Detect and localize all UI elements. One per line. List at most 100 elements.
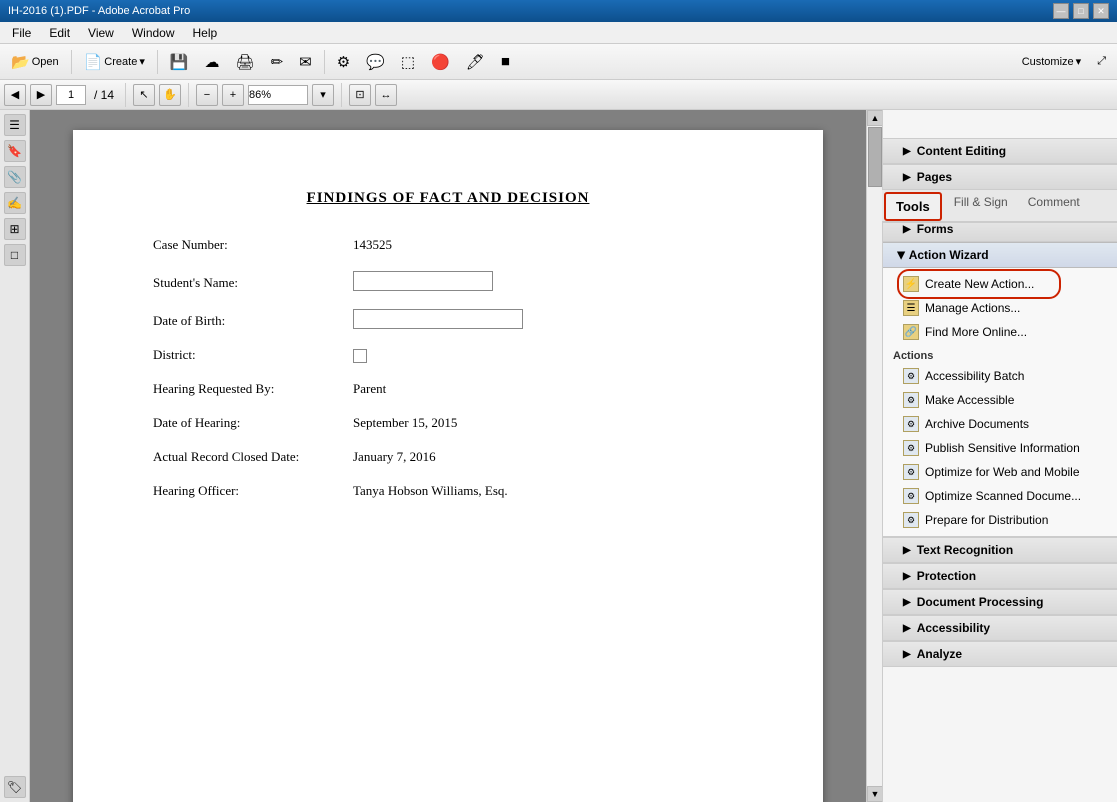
scroll-track[interactable] xyxy=(867,126,882,786)
nav-back-button[interactable]: ◀ xyxy=(4,84,26,106)
zoom-input[interactable] xyxy=(248,85,308,105)
create-new-action-label: Create New Action... xyxy=(925,277,1034,291)
section-text-recognition-header[interactable]: ▶ Text Recognition xyxy=(883,537,1117,562)
scroll-down-button[interactable]: ▼ xyxy=(867,786,883,802)
action-2-icon: ⚙ xyxy=(903,416,919,432)
action-1-icon: ⚙ xyxy=(903,392,919,408)
section-accessibility-header[interactable]: ▶ Accessibility xyxy=(883,615,1117,640)
action-item-1[interactable]: ⚙ Make Accessible xyxy=(883,388,1117,412)
print-button[interactable]: 🖨 xyxy=(229,48,262,76)
accessibility-arrow-icon: ▶ xyxy=(903,623,911,634)
redact-button[interactable]: ■ xyxy=(494,48,517,76)
minimize-button[interactable]: — xyxy=(1053,3,1069,19)
select-tool-button[interactable]: ↖ xyxy=(133,84,155,106)
action-item-6[interactable]: ⚙ Prepare for Distribution xyxy=(883,508,1117,532)
sidebar-attach-icon[interactable]: 📎 xyxy=(4,166,26,188)
zoom-in-button[interactable]: + xyxy=(222,84,244,106)
sidebar-box-icon[interactable]: □ xyxy=(4,244,26,266)
separator-2 xyxy=(157,50,158,74)
zoom-out-button[interactable]: − xyxy=(196,84,218,106)
action-4-icon: ⚙ xyxy=(903,464,919,480)
section-protection-header[interactable]: ▶ Protection xyxy=(883,563,1117,588)
zoom-dropdown-button[interactable]: ▾ xyxy=(312,84,334,106)
document-processing-arrow-icon: ▶ xyxy=(903,597,911,608)
hearing-requested-label: Hearing Requested By: xyxy=(153,381,353,397)
protection-label: Protection xyxy=(917,569,976,583)
section-pages-header[interactable]: ▶ Pages xyxy=(883,164,1117,189)
sidebar-sign-icon[interactable]: ✍ xyxy=(4,192,26,214)
section-action-wizard: ▶ Action Wizard ⚡ Create New Action... ☰… xyxy=(883,242,1117,537)
sign-button[interactable]: 🖊 xyxy=(459,48,492,76)
customize-button[interactable]: Customize ▾ xyxy=(1015,48,1089,76)
field-dob: Date of Birth: xyxy=(153,309,743,329)
student-name-box[interactable] xyxy=(353,271,493,291)
tab-fill-sign[interactable]: Fill & Sign xyxy=(944,190,1018,221)
title-text: IH-2016 (1).PDF - Adobe Acrobat Pro xyxy=(8,5,190,17)
action-item-5[interactable]: ⚙ Optimize Scanned Docume... xyxy=(883,484,1117,508)
student-name-input[interactable] xyxy=(353,271,743,291)
maximize-button[interactable]: □ xyxy=(1073,3,1089,19)
hand-tool-button[interactable]: ✋ xyxy=(159,84,181,106)
text-recognition-arrow-icon: ▶ xyxy=(903,545,911,556)
cloud-save-button[interactable]: ☁ xyxy=(198,48,227,76)
action-0-label: Accessibility Batch xyxy=(925,369,1024,383)
fit-width-button[interactable]: ↔ xyxy=(375,84,397,106)
gear-icon: ⚙ xyxy=(337,53,350,71)
create-icon: 📄 xyxy=(84,53,103,71)
section-action-wizard-header[interactable]: ▶ Action Wizard xyxy=(883,242,1117,268)
comment-button[interactable]: 💬 xyxy=(359,48,392,76)
open-button[interactable]: 📂 Open xyxy=(4,48,66,76)
sidebar-bookmark-icon[interactable]: 🔖 xyxy=(4,140,26,162)
page-number-input[interactable] xyxy=(56,85,86,105)
scroll-thumb[interactable] xyxy=(868,127,882,187)
hearing-requested-value: Parent xyxy=(353,381,743,397)
sidebar-tag-icon[interactable]: 🏷 xyxy=(4,776,26,798)
nav-forward-button[interactable]: ▶ xyxy=(30,84,52,106)
menu-help[interactable]: Help xyxy=(185,24,226,42)
section-content-editing: ▶ Content Editing xyxy=(883,138,1117,164)
menu-edit[interactable]: Edit xyxy=(41,24,78,42)
tab-comment[interactable]: Comment xyxy=(1018,190,1090,221)
action-item-3[interactable]: ⚙ Publish Sensitive Information xyxy=(883,436,1117,460)
create-new-action-button[interactable]: ⚡ Create New Action... xyxy=(883,272,1117,296)
fit-page-button[interactable]: ⊡ xyxy=(349,84,371,106)
dob-box[interactable] xyxy=(353,309,523,329)
manage-actions-button[interactable]: ☰ Manage Actions... xyxy=(883,296,1117,320)
menu-file[interactable]: File xyxy=(4,24,39,42)
stamp-button[interactable]: ⬚ xyxy=(394,48,422,76)
manage-actions-label: Manage Actions... xyxy=(925,301,1020,315)
action-item-4[interactable]: ⚙ Optimize for Web and Mobile xyxy=(883,460,1117,484)
properties-button[interactable]: ⚙ xyxy=(330,48,357,76)
sidebar-layers-icon[interactable]: ⊞ xyxy=(4,218,26,240)
close-button[interactable]: ✕ xyxy=(1093,3,1109,19)
scroll-up-button[interactable]: ▲ xyxy=(867,110,883,126)
action-4-label: Optimize for Web and Mobile xyxy=(925,465,1080,479)
section-analyze-header[interactable]: ▶ Analyze xyxy=(883,641,1117,666)
action-5-icon: ⚙ xyxy=(903,488,919,504)
highlight-button[interactable]: 🔴 xyxy=(424,48,457,76)
action-item-0[interactable]: ⚙ Accessibility Batch xyxy=(883,364,1117,388)
document-processing-label: Document Processing xyxy=(917,595,1044,609)
print-icon: 🖨 xyxy=(236,53,255,71)
find-more-online-button[interactable]: 🔗 Find More Online... xyxy=(883,320,1117,344)
create-button[interactable]: 📄 Create ▾ xyxy=(77,48,152,76)
section-content-editing-header[interactable]: ▶ Content Editing xyxy=(883,138,1117,163)
field-district: District: xyxy=(153,347,743,363)
district-input[interactable] xyxy=(353,347,743,363)
action-item-2[interactable]: ⚙ Archive Documents xyxy=(883,412,1117,436)
menu-window[interactable]: Window xyxy=(124,24,183,42)
create-label: Create xyxy=(104,56,137,68)
email-button[interactable]: ✉ xyxy=(292,48,319,76)
district-checkbox[interactable] xyxy=(353,349,367,363)
action-0-icon: ⚙ xyxy=(903,368,919,384)
save-button[interactable]: 💾 xyxy=(163,48,196,76)
section-pages: ▶ Pages xyxy=(883,164,1117,190)
dob-input[interactable] xyxy=(353,309,743,329)
menu-view[interactable]: View xyxy=(80,24,122,42)
sidebar-pages-icon[interactable]: ☰ xyxy=(4,114,26,136)
tab-tools[interactable]: Tools xyxy=(884,192,942,221)
expand-button[interactable]: ⤢ xyxy=(1090,48,1113,76)
redact-icon: ■ xyxy=(501,53,510,70)
section-document-processing-header[interactable]: ▶ Document Processing xyxy=(883,589,1117,614)
edit-button[interactable]: ✏ xyxy=(264,48,291,76)
